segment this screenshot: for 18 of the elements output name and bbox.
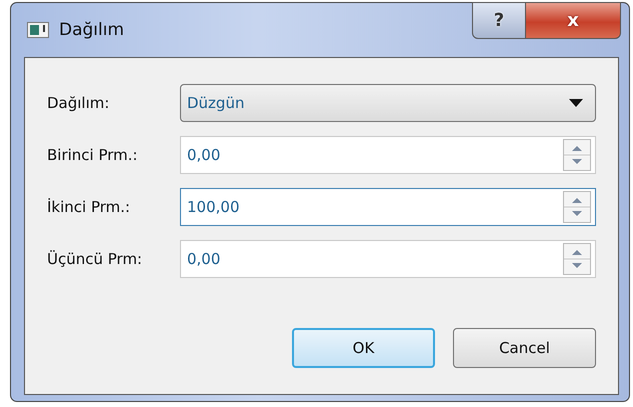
spin-arrows-icon[interactable] [563, 243, 591, 275]
field-label: Üçüncü Prm: [47, 250, 144, 268]
dialog-button[interactable]: OK [292, 328, 435, 368]
number-spin-field[interactable]: 0,00 [180, 240, 596, 278]
field-label: İkinci Prm.: [47, 198, 132, 216]
distribution-dropdown[interactable]: Düzgün [180, 84, 596, 122]
window-title: Dağılım [59, 20, 124, 40]
dialog-button[interactable]: Cancel [453, 328, 596, 368]
help-button[interactable]: ? [472, 2, 526, 39]
spin-arrows-icon[interactable] [563, 191, 591, 223]
dropdown-caret-icon [569, 99, 583, 107]
field-label: Dağılım: [47, 94, 110, 112]
number-spin-field[interactable]: 0,00 [180, 136, 596, 174]
spin-arrows-icon[interactable] [563, 139, 591, 171]
field-label: Birinci Prm.: [47, 146, 139, 164]
close-button[interactable]: x [526, 2, 621, 39]
number-spin-field[interactable]: 100,00 [180, 188, 596, 226]
window-icon [27, 22, 49, 38]
